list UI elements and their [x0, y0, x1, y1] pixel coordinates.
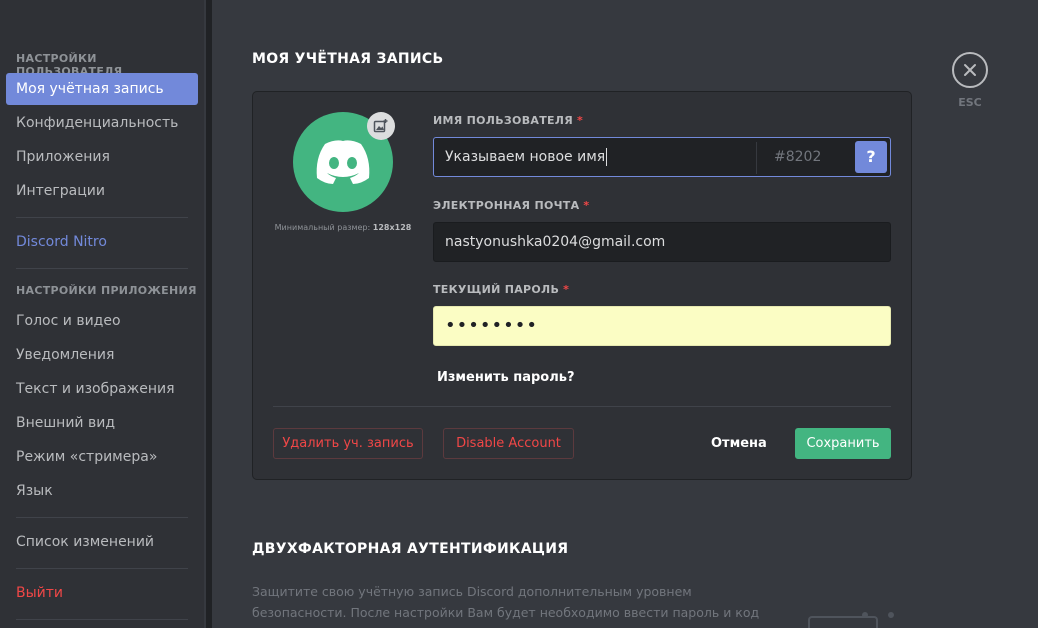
- sidebar-item-text-images[interactable]: Текст и изображения: [6, 373, 198, 405]
- tfa-description: Защитите свою учётную запись Discord доп…: [252, 584, 760, 628]
- account-card: Минимальный размер: 128x128 ИМЯ ПОЛЬЗОВА…: [252, 91, 912, 480]
- sidebar-item-privacy[interactable]: Конфиденциальность: [6, 107, 198, 139]
- card-divider: [273, 406, 891, 407]
- username-input[interactable]: Указываем новое имя #8202 ?: [433, 137, 891, 177]
- disable-account-button[interactable]: Disable Account: [443, 428, 574, 459]
- sidebar-item-apps[interactable]: Приложения: [6, 141, 198, 173]
- phone-illustration-icon: [808, 616, 878, 628]
- sidebar-item-logout[interactable]: Выйти: [6, 577, 198, 609]
- password-label: ТЕКУЩИЙ ПАРОЛЬ *: [433, 283, 570, 296]
- avatar-upload-button[interactable]: [367, 112, 395, 140]
- dot-icon: [888, 612, 894, 618]
- sidebar-scrollbar[interactable]: [206, 0, 212, 628]
- discriminator-help-button[interactable]: ?: [855, 141, 887, 173]
- sidebar-item-voice-video[interactable]: Голос и видео: [6, 305, 198, 337]
- discord-logo-icon: [316, 140, 370, 184]
- email-label: ЭЛЕКТРОННАЯ ПОЧТА *: [433, 199, 590, 212]
- image-add-icon: [373, 119, 388, 133]
- sidebar-item-appearance[interactable]: Внешний вид: [6, 407, 198, 439]
- sidebar-divider: [16, 517, 188, 518]
- sidebar-item-nitro[interactable]: Discord Nitro: [6, 226, 198, 258]
- close-button[interactable]: [952, 52, 988, 88]
- sidebar-divider: [16, 568, 188, 569]
- sidebar-divider: [16, 619, 188, 620]
- dot-icon: [862, 612, 868, 618]
- save-button[interactable]: Сохранить: [795, 428, 891, 459]
- sidebar-divider: [16, 268, 188, 269]
- text-caret: [606, 148, 608, 166]
- username-label: ИМЯ ПОЛЬЗОВАТЕЛЯ *: [433, 114, 584, 127]
- sidebar-item-streamer-mode[interactable]: Режим «стримера»: [6, 441, 198, 473]
- email-input[interactable]: nastyonushka0204@gmail.com: [433, 222, 891, 262]
- sidebar-item-notifications[interactable]: Уведомления: [6, 339, 198, 371]
- close-esc-label: ESC: [958, 96, 982, 109]
- sidebar-divider: [16, 217, 188, 218]
- app-settings-header: НАСТРОЙКИ ПРИЛОЖЕНИЯ: [16, 284, 197, 297]
- delete-account-button[interactable]: Удалить уч. запись: [273, 428, 423, 459]
- sidebar-item-changelog[interactable]: Список изменений: [6, 526, 198, 558]
- close-icon: [964, 64, 976, 76]
- sidebar-item-integrations[interactable]: Интеграции: [6, 175, 198, 207]
- tfa-title: ДВУХФАКТОРНАЯ АУТЕНТИФИКАЦИЯ: [252, 541, 569, 557]
- settings-sidebar: НАСТРОЙКИ ПОЛЬЗОВАТЕЛЯ Моя учётная запис…: [0, 0, 204, 628]
- sidebar-item-my-account[interactable]: Моя учётная запись: [6, 73, 198, 105]
- password-input[interactable]: ••••••••: [433, 306, 891, 346]
- change-password-link[interactable]: Изменить пароль?: [437, 370, 575, 385]
- sidebar-item-language[interactable]: Язык: [6, 475, 198, 507]
- cancel-button[interactable]: Отмена: [711, 428, 767, 459]
- avatar-size-hint: Минимальный размер: 128x128: [274, 223, 412, 232]
- discriminator: #8202: [774, 149, 822, 165]
- page-title: МОЯ УЧЁТНАЯ ЗАПИСЬ: [252, 51, 444, 67]
